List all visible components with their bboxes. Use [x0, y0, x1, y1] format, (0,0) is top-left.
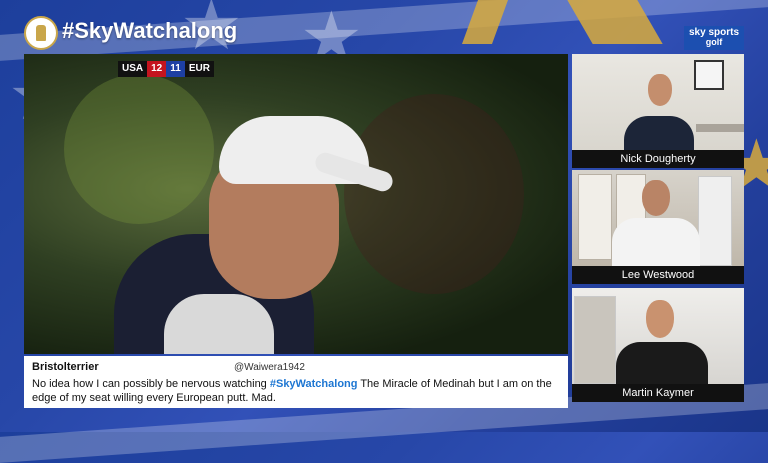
score-eur: 11 — [166, 61, 185, 77]
door — [698, 176, 732, 266]
scorebug: USA 12 11 EUR — [118, 61, 214, 77]
person-head — [648, 74, 672, 106]
cam-name-label: Martin Kaymer — [572, 384, 744, 402]
main-video-feed[interactable] — [24, 54, 568, 354]
team-eur: EUR — [188, 63, 210, 74]
brand-line2: golf — [705, 37, 723, 47]
tweet-text-before: No idea how I can possibly be nervous wa… — [32, 378, 270, 390]
wall-picture — [694, 60, 724, 90]
person-body — [612, 218, 700, 270]
background-blur — [64, 74, 214, 224]
bookshelf — [578, 174, 612, 260]
tweet-username: Bristolterrier — [32, 361, 99, 373]
score-usa: 12 — [147, 61, 167, 77]
tweet-banner: Bristolterrier @Waiwera1942 No idea how … — [24, 356, 568, 408]
person-head — [642, 180, 670, 216]
cam-name-label: Nick Dougherty — [572, 150, 744, 168]
sky-sports-golf-logo: sky sports golf — [684, 26, 744, 50]
video-feed-lee-westwood[interactable]: Lee Westwood — [572, 170, 744, 284]
cam-name-label: Lee Westwood — [572, 266, 744, 284]
team-usa: USA — [122, 63, 144, 74]
tweet-handle: @Waiwera1942 — [234, 362, 305, 373]
person-head — [646, 300, 674, 338]
video-feed-nick-dougherty[interactable]: Nick Dougherty — [572, 54, 744, 168]
ryder-cup-logo — [24, 16, 58, 50]
tweet-hashtag[interactable]: #SkyWatchalong — [270, 378, 358, 390]
video-feed-martin-kaymer[interactable]: Martin Kaymer — [572, 288, 744, 402]
trophy-icon — [36, 25, 46, 41]
webcam-view — [572, 170, 744, 270]
background-blur — [344, 94, 524, 294]
webcam-view — [572, 54, 744, 156]
person-body — [616, 342, 708, 388]
page-title: #SkyWatchalong — [62, 18, 238, 43]
player-sleeve — [164, 294, 274, 354]
webcam-view — [572, 288, 744, 388]
wall-panel — [574, 296, 616, 384]
side-table — [696, 124, 744, 132]
tweet-text: No idea how I can possibly be nervous wa… — [32, 377, 560, 405]
